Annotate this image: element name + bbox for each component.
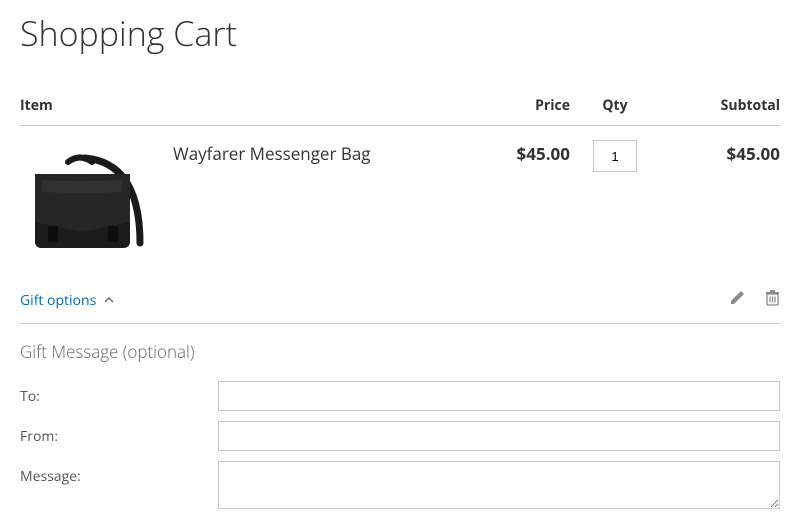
trash-icon[interactable] bbox=[765, 289, 780, 311]
gift-options-toggle[interactable]: Gift options bbox=[20, 291, 114, 310]
cart-header-row: Item Price Qty Subtotal bbox=[20, 96, 780, 126]
gift-message-label: Message: bbox=[20, 461, 218, 486]
gift-to-input[interactable] bbox=[218, 381, 780, 411]
chevron-up-icon bbox=[104, 293, 114, 307]
gift-message-heading: Gift Message (optional) bbox=[20, 340, 780, 363]
header-qty: Qty bbox=[570, 96, 660, 115]
gift-from-input[interactable] bbox=[218, 421, 780, 451]
product-name[interactable]: Wayfarer Messenger Bag bbox=[173, 140, 371, 275]
gift-message-textarea[interactable] bbox=[218, 461, 780, 509]
edit-icon[interactable] bbox=[729, 289, 745, 311]
header-item: Item bbox=[20, 96, 470, 115]
cart-table: Item Price Qty Subtotal bbox=[20, 96, 780, 509]
item-price: $45.00 bbox=[470, 140, 570, 275]
gift-form: To: From: Message: bbox=[20, 381, 780, 509]
table-row: Wayfarer Messenger Bag $45.00 $45.00 bbox=[20, 126, 780, 285]
gift-options-label: Gift options bbox=[20, 291, 96, 310]
item-subtotal: $45.00 bbox=[660, 140, 780, 275]
product-image[interactable] bbox=[20, 140, 155, 275]
qty-input[interactable] bbox=[593, 140, 637, 172]
item-actions-row: Gift options bbox=[20, 285, 780, 324]
header-price: Price bbox=[470, 96, 570, 115]
gift-to-label: To: bbox=[20, 381, 218, 406]
page-title: Shopping Cart bbox=[20, 10, 780, 56]
gift-from-label: From: bbox=[20, 421, 218, 446]
header-subtotal: Subtotal bbox=[660, 96, 780, 115]
